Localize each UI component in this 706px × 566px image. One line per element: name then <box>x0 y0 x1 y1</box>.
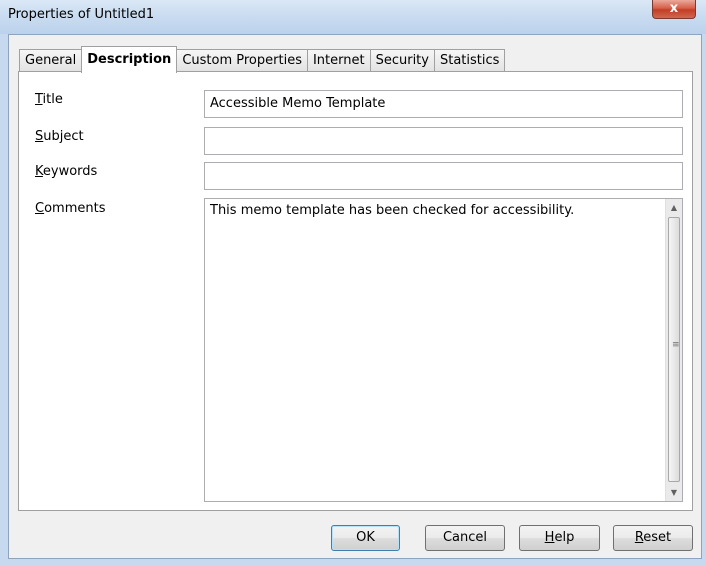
help-rest: elp <box>554 530 575 545</box>
tab-bar: General Description Custom Properties In… <box>19 46 506 73</box>
title-field[interactable]: Accessible Memo Template <box>204 90 683 118</box>
tab-general[interactable]: General <box>19 49 83 72</box>
close-button[interactable]: x <box>652 0 696 19</box>
scroll-up-arrow[interactable]: ▲ <box>666 199 682 216</box>
title-label: Title <box>35 92 63 107</box>
comments-label: Comments <box>35 201 105 216</box>
title-label-mnemonic: T <box>35 92 43 107</box>
comments-text: This memo template has been checked for … <box>210 203 575 218</box>
description-panel: Title Accessible Memo Template Subject K… <box>18 71 693 511</box>
keywords-label: Keywords <box>35 164 97 179</box>
scroll-thumb[interactable]: ≡ <box>668 217 680 482</box>
cancel-button[interactable]: Cancel <box>425 525 505 551</box>
subject-label: Subject <box>35 129 84 144</box>
title-bar[interactable]: Properties of Untitled1 x <box>0 0 706 34</box>
tab-internet[interactable]: Internet <box>306 49 371 72</box>
comments-scrollbar[interactable]: ▲ ≡ ▼ <box>665 199 682 501</box>
scroll-grip-icon: ≡ <box>672 340 680 350</box>
keywords-label-mnemonic: K <box>35 164 43 179</box>
comments-label-mnemonic: C <box>35 201 45 216</box>
dialog-client-area: General Description Custom Properties In… <box>8 34 702 559</box>
scroll-down-arrow[interactable]: ▼ <box>666 484 682 501</box>
reset-mnemonic: R <box>634 530 644 545</box>
reset-rest: eset <box>643 530 672 545</box>
title-label-rest: itle <box>42 92 63 107</box>
tab-custom-properties[interactable]: Custom Properties <box>176 49 308 72</box>
comments-label-rest: omments <box>44 201 106 216</box>
help-button[interactable]: Help <box>519 525 600 551</box>
comments-textarea[interactable]: This memo template has been checked for … <box>204 198 683 502</box>
tab-security[interactable]: Security <box>369 49 435 72</box>
window-title: Properties of Untitled1 <box>8 7 155 22</box>
subject-field[interactable] <box>204 127 683 155</box>
help-mnemonic: H <box>544 530 555 545</box>
keywords-field[interactable] <box>204 162 683 190</box>
subject-label-rest: ubject <box>43 129 84 144</box>
keywords-label-rest: eywords <box>42 164 98 179</box>
properties-dialog: Properties of Untitled1 x General Descri… <box>0 0 706 566</box>
reset-button[interactable]: Reset <box>613 525 693 551</box>
tab-description[interactable]: Description <box>81 46 178 73</box>
tab-statistics[interactable]: Statistics <box>433 49 506 72</box>
ok-button[interactable]: OK <box>331 525 400 551</box>
